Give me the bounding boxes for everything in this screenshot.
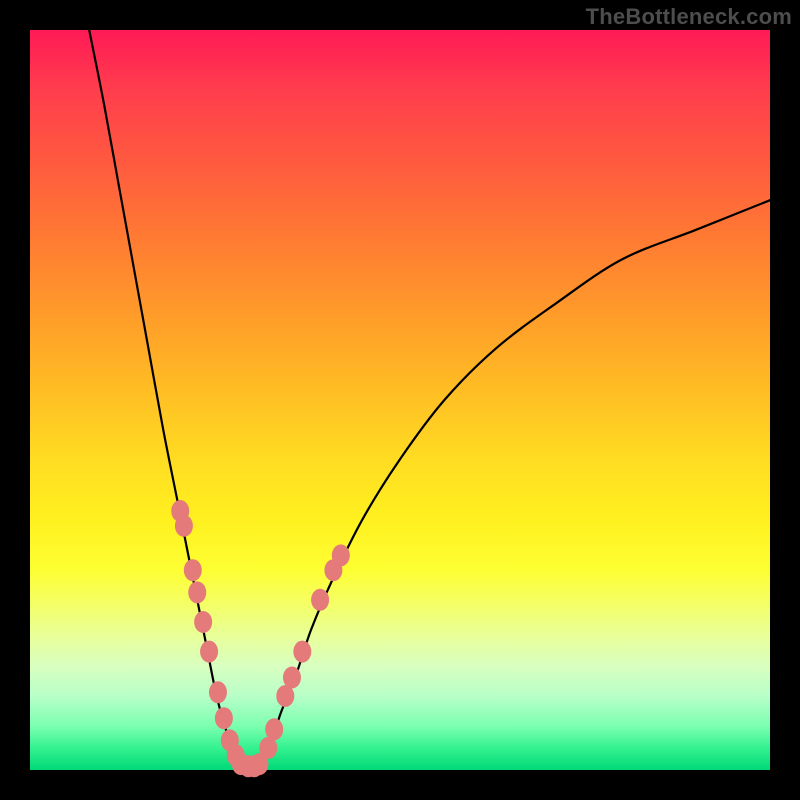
marker-layer (171, 500, 350, 777)
watermark-text: TheBottleneck.com (586, 4, 792, 30)
plot-area (30, 30, 770, 770)
marker-dot (293, 641, 311, 663)
marker-dot (184, 559, 202, 581)
marker-dot (332, 544, 350, 566)
curve-layer (89, 30, 770, 766)
left-curve (89, 30, 241, 766)
right-curve (259, 200, 770, 766)
chart-svg (30, 30, 770, 770)
marker-dot (200, 641, 218, 663)
marker-dot (175, 515, 193, 537)
marker-dot (283, 667, 301, 689)
marker-dot (215, 707, 233, 729)
chart-frame: TheBottleneck.com (0, 0, 800, 800)
marker-dot (194, 611, 212, 633)
marker-dot (265, 718, 283, 740)
marker-dot (311, 589, 329, 611)
marker-dot (188, 581, 206, 603)
marker-dot (209, 681, 227, 703)
